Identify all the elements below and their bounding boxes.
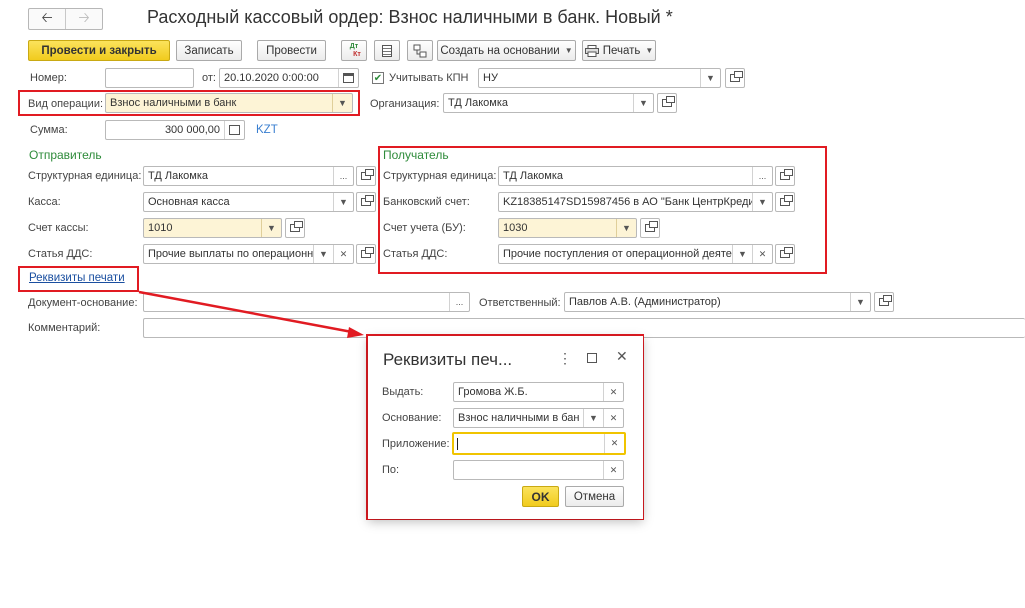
attachment-label: Приложение: — [382, 438, 450, 450]
to-label: По: — [382, 464, 400, 476]
basis-select[interactable]: Взнос наличными в бан ▼ ✕ — [453, 408, 624, 428]
issue-label: Выдать: — [382, 386, 424, 398]
clear-icon[interactable]: ✕ — [603, 383, 623, 401]
text-cursor — [457, 437, 458, 450]
dropdown-icon[interactable]: ▼ — [583, 409, 603, 427]
basis-label: Основание: — [382, 412, 442, 424]
issue-field[interactable]: Громова Ж.Б. ✕ — [453, 382, 624, 402]
ok-button[interactable]: OK — [522, 486, 559, 507]
clear-icon[interactable]: ✕ — [603, 409, 623, 427]
attachment-field[interactable]: ✕ — [452, 432, 626, 455]
basis-value: Взнос наличными в бан — [458, 412, 580, 424]
print-details-dialog: Реквизиты печ... ⋮ ✕ Выдать: Громова Ж.Б… — [368, 336, 643, 519]
clear-icon[interactable]: ✕ — [604, 434, 624, 453]
issue-value: Громова Ж.Б. — [458, 386, 528, 398]
more-options-icon[interactable]: ⋮ — [558, 350, 572, 367]
clear-icon[interactable]: ✕ — [603, 461, 623, 479]
to-field[interactable]: ✕ — [453, 460, 624, 480]
cancel-button[interactable]: Отмена — [565, 486, 624, 507]
dialog-title: Реквизиты печ... — [383, 350, 513, 369]
close-icon[interactable]: ✕ — [616, 348, 628, 365]
maximize-icon[interactable] — [587, 353, 597, 363]
